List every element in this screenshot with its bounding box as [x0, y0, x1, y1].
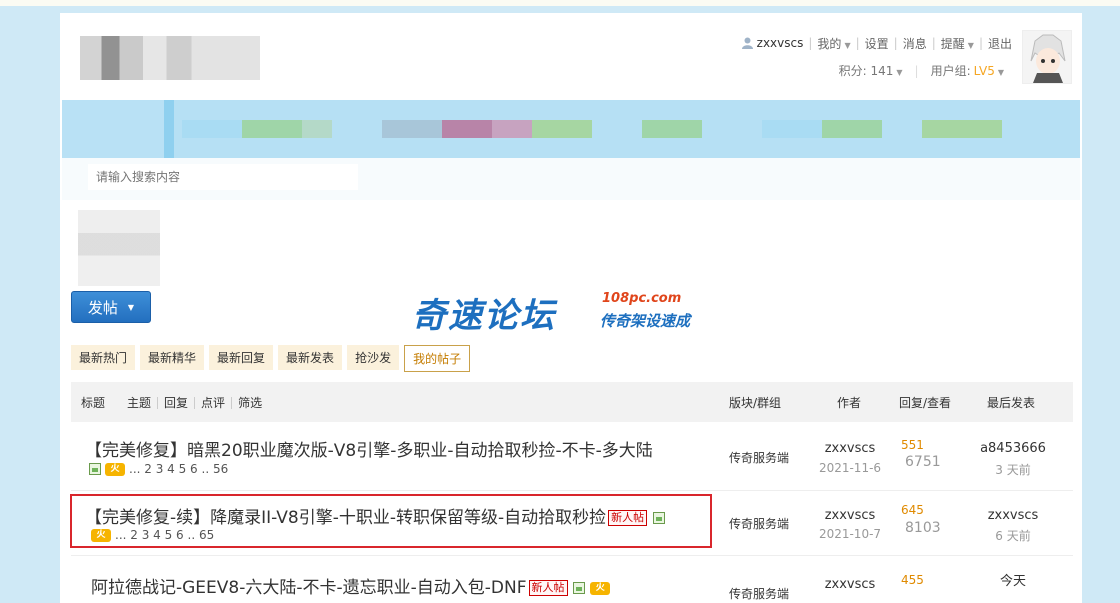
tab-hot[interactable]: 最新热门 [71, 345, 136, 370]
left-image-blurred [78, 210, 160, 286]
menu-messages[interactable]: 消息 [903, 35, 927, 52]
chevron-down-icon: ▼ [997, 68, 1004, 77]
tab-my-posts[interactable]: 我的帖子 [404, 345, 471, 372]
menu-settings[interactable]: 设置 [865, 35, 889, 52]
last-post-time: 3 天前 [995, 463, 1031, 477]
reply-count: 645 [901, 503, 924, 517]
post-date: 2021-10-7 [818, 527, 882, 541]
col-reply-view: 回复/查看 [899, 396, 952, 410]
tab-latest-reply[interactable]: 最新回复 [209, 345, 274, 370]
col-forum: 版块/群组 [729, 396, 782, 410]
chevron-down-icon: ▼ [127, 302, 135, 312]
thread-title: 阿拉德战记-GEEV8-六大陆-不卡-遗忘职业-自动入包-DNF 新人帖 火 [91, 573, 611, 598]
chevron-down-icon: ▼ [844, 40, 851, 50]
col-last-post: 最后发表 [987, 396, 1036, 410]
last-poster-link[interactable]: a8453666 [971, 441, 1055, 456]
author-link[interactable]: zxxvscs [813, 508, 887, 523]
top-strip [0, 0, 1120, 6]
chevron-down-icon: ▼ [896, 68, 903, 77]
divider: | [914, 63, 919, 78]
forum-link[interactable]: 传奇服务端 [729, 449, 789, 466]
filter-reply[interactable]: 回复 [164, 394, 188, 411]
author-link[interactable]: zxxvscs [813, 441, 887, 456]
brand-domain: 108pc.com [602, 291, 682, 306]
thread-meta: 火 ... 2 3 4 5 6 .. 56 [89, 462, 228, 476]
tab-latest-post[interactable]: 最新发表 [278, 345, 343, 370]
new-post-button[interactable]: 发帖 ▼ [71, 291, 151, 323]
list-filters: 标题 主题 回复 点评 筛选 [81, 394, 262, 411]
user-bar: zxxvscs | 我的 ▼ | 设置 | 消息 | 提醒 ▼ | 退出 [741, 35, 1012, 52]
reply-count: 455 [901, 573, 924, 587]
menu-my[interactable]: 我的 ▼ [817, 35, 850, 52]
author-link[interactable]: zxxvscs [813, 577, 887, 592]
hot-icon: 火 [590, 581, 611, 595]
table-row: 【完美修复】暗黑20职业魔次版-V8引擎-多职业-自动拾取秒捡-不卡-多大陆 火… [71, 424, 1073, 491]
menu-logout[interactable]: 退出 [988, 35, 1012, 52]
page-links[interactable]: ... 2 3 4 5 6 .. 56 [129, 462, 228, 476]
filter-topic[interactable]: 主题 [127, 394, 151, 411]
chevron-down-icon: ▼ [967, 40, 974, 50]
usergroup-dropdown[interactable]: 用户组: LV5 ▼ [931, 62, 1004, 79]
table-row: 阿拉德战记-GEEV8-六大陆-不卡-遗忘职业-自动入包-DNF 新人帖 火 传奇… [71, 556, 1073, 602]
search-input[interactable] [88, 164, 358, 190]
divider: | [978, 36, 983, 50]
view-count: 6751 [905, 454, 941, 470]
divider [157, 396, 159, 409]
divider: | [855, 36, 860, 50]
username-link[interactable]: zxxvscs [757, 36, 804, 50]
reply-count: 551 [901, 438, 924, 452]
filter-tabs: 最新热门 最新精华 最新回复 最新发表 抢沙发 我的帖子 [71, 345, 471, 372]
thread-title-link[interactable]: 阿拉德战记-GEEV8-六大陆-不卡-遗忘职业-自动入包-DNF [91, 578, 527, 598]
tab-digest[interactable]: 最新精华 [140, 345, 205, 370]
tab-sofa[interactable]: 抢沙发 [347, 345, 400, 370]
forum-link[interactable]: 传奇服务端 [729, 585, 789, 602]
user-stats: 积分: 141 ▼ | 用户组: LV5 ▼ [839, 62, 1004, 79]
avatar-image [1023, 31, 1071, 83]
divider: | [931, 36, 936, 50]
forum-link[interactable]: 传奇服务端 [729, 515, 789, 532]
col-author: 作者 [837, 396, 862, 410]
points-dropdown[interactable]: 积分: 141 ▼ [839, 62, 903, 79]
thread-table-header: 标题 主题 回复 点评 筛选 版块/群组 作者 回复/查看 最后发表 [71, 382, 1073, 422]
image-attachment-icon [89, 463, 101, 475]
main-nav-blurred [62, 100, 1080, 158]
last-post-time: 6 天前 [995, 529, 1031, 543]
image-attachment-icon [572, 582, 585, 594]
last-post-time: 今天 [999, 574, 1026, 589]
new-post-label: 发帖 [87, 298, 118, 317]
last-poster-link[interactable]: zxxvscs [971, 508, 1055, 523]
divider: | [808, 36, 813, 50]
menu-reminders[interactable]: 提醒 ▼ [941, 35, 974, 52]
divider: | [893, 36, 898, 50]
thread-title-link[interactable]: 【完美修复】暗黑20职业魔次版-V8引擎-多职业-自动拾取秒捡-不卡-多大陆 [85, 436, 653, 461]
filter-comment[interactable]: 点评 [201, 394, 225, 411]
brand-name: 奇速论坛 [412, 296, 556, 336]
new-user-badge: 新人帖 [528, 580, 568, 596]
site-logo-blurred [80, 36, 260, 80]
divider [231, 396, 233, 409]
hot-icon: 火 [105, 462, 125, 476]
highlight-annotation-box [70, 494, 712, 548]
forum-brand-logo: 奇速论坛 108pc.com 传奇架设速成 [412, 286, 712, 336]
filter-title[interactable]: 标题 [81, 394, 105, 411]
brand-slogan: 传奇架设速成 [600, 312, 691, 330]
post-date: 2021-11-6 [818, 461, 882, 475]
view-count: 8103 [905, 520, 941, 536]
avatar[interactable] [1022, 30, 1072, 84]
filter-screen[interactable]: 筛选 [238, 394, 262, 411]
user-icon [741, 37, 753, 49]
divider [194, 396, 196, 409]
